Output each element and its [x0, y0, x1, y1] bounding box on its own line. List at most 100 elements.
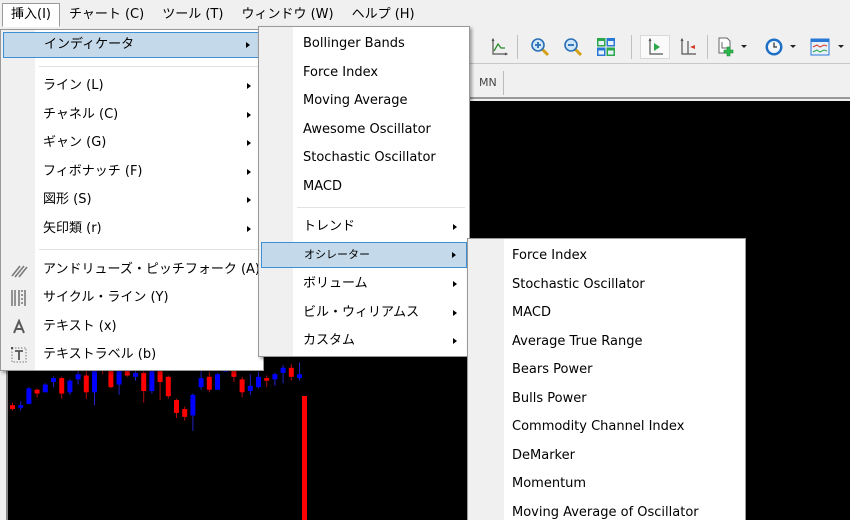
menu-tools[interactable]: ツール (T)	[153, 3, 232, 27]
menu-item-label: インディケータ	[44, 37, 135, 52]
menu-item-trend[interactable]: トレンド	[261, 214, 467, 240]
menu-window[interactable]: ウィンドウ (W)	[232, 3, 342, 27]
candle-body	[26, 388, 32, 404]
menu-item-text[interactable]: テキスト (x)	[3, 314, 261, 340]
menu-item-andrews-pitchfork[interactable]: アンドリューズ・ピッチフォーク (A)	[3, 257, 261, 283]
submenu-arrow-icon	[453, 338, 457, 344]
tile-windows-button[interactable]	[594, 35, 618, 59]
text-label-icon	[9, 346, 29, 364]
menu-item-label: Stochastic Oscillator	[303, 150, 436, 165]
text-icon	[9, 318, 29, 336]
candle-body	[256, 376, 261, 388]
menu-insert[interactable]: 挿入(I)	[2, 3, 60, 27]
menu-item-channels[interactable]: チャネル (C)	[3, 102, 261, 128]
submenu-arrow-icon	[247, 83, 251, 89]
menu-help[interactable]: ヘルプ (H)	[343, 3, 424, 27]
menu-item-moving-average-of-oscillator[interactable]: Moving Average of Oscillator	[470, 500, 743, 520]
menu-item-oscillators[interactable]: オシレーター	[261, 242, 467, 268]
menu-item-stochastic-oscillator[interactable]: Stochastic Oscillator	[470, 272, 743, 298]
menu-item-label: フィボナッチ (F)	[43, 164, 143, 179]
periodicity-dropdown-arrow[interactable]	[790, 45, 796, 48]
menu-item-indicators[interactable]: インディケータ	[3, 32, 261, 58]
menu-item-label: Commodity Channel Index	[512, 419, 685, 434]
submenu-arrow-icon	[247, 226, 251, 232]
candle-body	[297, 374, 302, 379]
timeframe-mn[interactable]: MN	[473, 71, 504, 95]
menu-item-bill-williams[interactable]: ビル・ウィリアムス	[261, 300, 467, 326]
candle-body	[133, 372, 138, 377]
zoom-out-button[interactable]	[561, 35, 585, 59]
zoom-in-button[interactable]	[528, 35, 552, 59]
menu-item-label: カスタム	[303, 333, 356, 348]
menu-item-lines[interactable]: ライン (L)	[3, 73, 261, 99]
candle-body	[75, 374, 81, 380]
zoom-out-icon	[564, 38, 583, 57]
toolbar-separator	[631, 35, 632, 59]
menu-item-label: Awesome Oscillator	[303, 122, 431, 137]
menu-item-macd[interactable]: MACD	[470, 300, 743, 326]
menu-item-momentum[interactable]: Momentum	[470, 471, 743, 497]
menu-item-label: MACD	[512, 305, 551, 320]
oscillators-submenu: Force Index Stochastic Oscillator MACD A…	[467, 238, 746, 520]
zoom-in-icon	[531, 38, 550, 57]
menu-item-arrows[interactable]: 矢印類 (r)	[3, 216, 261, 242]
submenu-arrow-icon	[247, 140, 251, 146]
menu-item-moving-average[interactable]: Moving Average	[261, 88, 467, 114]
menu-item-force-index[interactable]: Force Index	[470, 243, 743, 269]
auto-scroll-button[interactable]	[640, 35, 670, 59]
menu-item-shapes[interactable]: 図形 (S)	[3, 187, 261, 213]
menu-item-stochastic-oscillator[interactable]: Stochastic Oscillator	[261, 145, 467, 171]
menu-separator	[39, 66, 259, 67]
menu-item-fibonacci[interactable]: フィボナッチ (F)	[3, 159, 261, 185]
candle-body	[206, 376, 212, 390]
submenu-arrow-icon	[247, 112, 251, 118]
cycle-lines-icon	[9, 289, 29, 307]
menu-item-cycle-lines[interactable]: サイクル・ライン (Y)	[3, 285, 261, 311]
candle-body	[264, 378, 270, 381]
menu-item-average-true-range[interactable]: Average True Range	[470, 329, 743, 355]
candle-body	[239, 379, 245, 393]
menu-item-label: トレンド	[303, 219, 356, 234]
menu-item-label: Bears Power	[512, 362, 593, 377]
menu-item-bollinger-bands[interactable]: Bollinger Bands	[261, 31, 467, 57]
menu-item-label: サイクル・ライン (Y)	[43, 290, 169, 305]
menu-item-gann[interactable]: ギャン (G)	[3, 130, 261, 156]
templates-dropdown-arrow[interactable]	[838, 45, 844, 48]
toolbar-separator	[707, 35, 708, 59]
templates-icon	[810, 38, 830, 56]
periodicity-clock-icon	[765, 38, 783, 56]
menu-item-macd[interactable]: MACD	[261, 174, 467, 200]
candle-body	[288, 367, 294, 377]
menu-item-label: ギャン (G)	[43, 135, 107, 150]
submenu-arrow-icon	[247, 197, 251, 203]
menu-item-label: アンドリューズ・ピッチフォーク (A)	[43, 262, 260, 277]
menu-item-text-label[interactable]: テキストラベル (b)	[3, 342, 261, 368]
menu-item-label: Moving Average	[303, 93, 408, 108]
submenu-arrow-icon	[452, 252, 456, 258]
submenu-arrow-icon	[453, 310, 457, 316]
menu-item-bears-power[interactable]: Bears Power	[470, 357, 743, 383]
menu-item-demarker[interactable]: DeMarker	[470, 443, 743, 469]
menu-item-commodity-channel-index[interactable]: Commodity Channel Index	[470, 414, 743, 440]
menu-item-volumes[interactable]: ボリューム	[261, 271, 467, 297]
periodicity-button[interactable]	[762, 35, 786, 59]
candle-body	[215, 374, 220, 390]
candle-body	[59, 378, 65, 394]
menu-item-bulls-power[interactable]: Bulls Power	[470, 386, 743, 412]
menu-item-awesome-oscillator[interactable]: Awesome Oscillator	[261, 117, 467, 143]
menu-item-label: Average True Range	[512, 334, 643, 349]
candle-body	[198, 378, 204, 388]
chart-shift-button[interactable]	[676, 35, 700, 59]
menu-item-label: テキスト (x)	[43, 319, 117, 334]
menu-item-label: ビル・ウィリアムス	[303, 305, 420, 320]
templates-button[interactable]	[808, 35, 832, 59]
menu-item-force-index[interactable]: Force Index	[261, 60, 467, 86]
menu-chart[interactable]: チャート (C)	[60, 3, 153, 27]
menu-item-label: Momentum	[512, 476, 587, 491]
menu-item-custom[interactable]: カスタム	[261, 328, 467, 354]
line-chart-button[interactable]	[487, 35, 511, 59]
submenu-arrow-icon	[453, 281, 457, 287]
new-order-dropdown-arrow[interactable]	[741, 45, 747, 48]
new-order-button[interactable]	[714, 35, 738, 59]
candle-body	[51, 378, 56, 382]
